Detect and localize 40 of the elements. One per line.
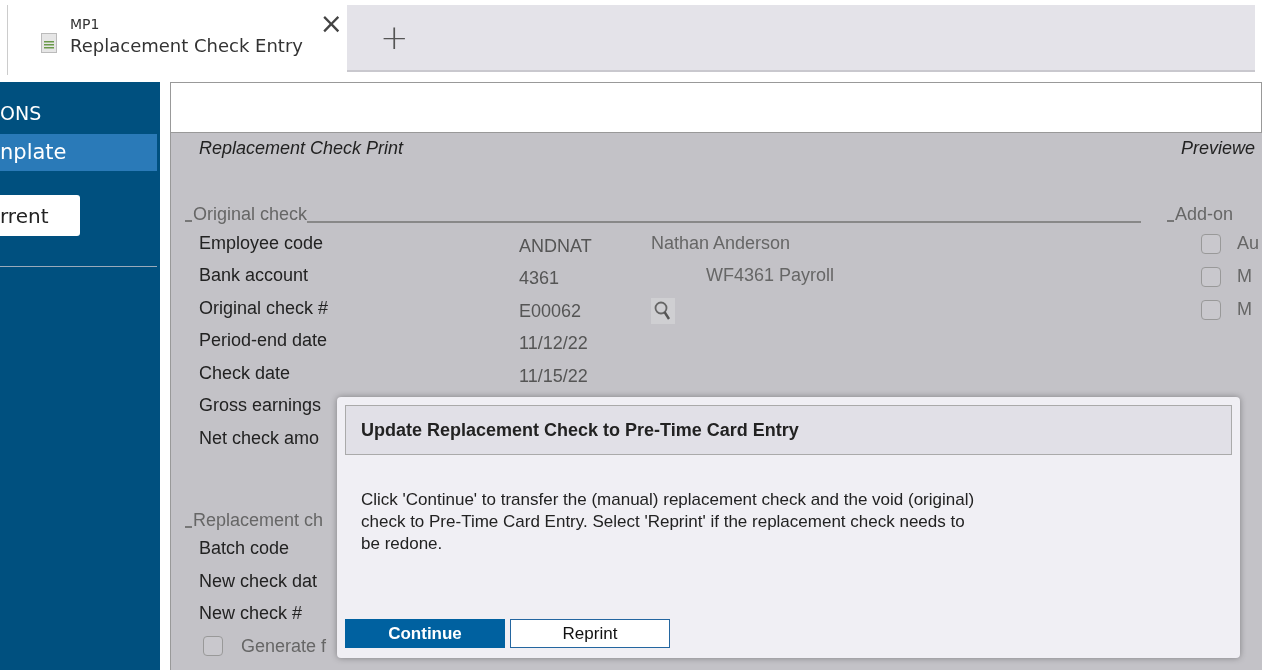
sidebar-button[interactable]: rrent bbox=[0, 195, 80, 236]
checkbox[interactable] bbox=[1201, 266, 1221, 287]
field-description: WF4361 Payroll bbox=[706, 265, 835, 287]
field-label: Batch code bbox=[199, 538, 290, 559]
checkbox[interactable] bbox=[1201, 299, 1221, 320]
checkbox-label: M bbox=[1237, 266, 1252, 287]
form-title: Previewe bbox=[1181, 137, 1257, 159]
field-label: Bank account bbox=[199, 265, 309, 286]
field-label: Employee code bbox=[199, 232, 324, 253]
field-value: 11/15/22 bbox=[519, 364, 589, 387]
checkbox-label: Generate f bbox=[241, 635, 327, 657]
field-label: New check dat bbox=[199, 570, 318, 591]
field-value: 4361 bbox=[519, 267, 561, 290]
field-label: Gross earnings bbox=[199, 395, 322, 416]
search-icon[interactable] bbox=[651, 298, 675, 325]
field-value: 11/12/22 bbox=[519, 332, 589, 355]
dialog-title: Update Replacement Check to Pre-Time Card Entry bbox=[345, 405, 1232, 455]
checkbox[interactable] bbox=[203, 636, 223, 657]
field-description: Nathan Anderson bbox=[651, 232, 791, 254]
checkbox-label: M bbox=[1237, 299, 1252, 320]
close-button[interactable]: × bbox=[319, 9, 343, 39]
checkbox[interactable] bbox=[1201, 233, 1221, 254]
field-label: Period-end date bbox=[199, 330, 328, 351]
sidebar-item[interactable]: nplate bbox=[0, 134, 157, 171]
document-icon bbox=[41, 33, 57, 53]
form-title: Replacement Check Print bbox=[199, 137, 405, 159]
checkbox-label: Au bbox=[1237, 233, 1260, 254]
sidebar-heading: ONS bbox=[0, 102, 42, 124]
field-label: Original check # bbox=[199, 297, 329, 318]
reprint-button[interactable]: Reprint bbox=[510, 619, 670, 648]
dialog-message: Click 'Continue' to transfer the (manual) replacement check and the void (original) check to Pre-Time Card Entry. Select 'Reprint' if the replacement check needs to be redone. bbox=[361, 489, 976, 555]
field-label: Net check amo bbox=[199, 427, 320, 448]
tab-title: Replacement Check Entry bbox=[70, 34, 303, 58]
field-label: New check # bbox=[199, 603, 303, 624]
continue-button[interactable]: Continue bbox=[345, 619, 505, 648]
new-tab-button[interactable]: + bbox=[380, 19, 409, 55]
field-value: ANDNAT bbox=[519, 234, 593, 257]
field-label: Check date bbox=[199, 362, 291, 383]
field-value: E00062 bbox=[519, 299, 583, 322]
tab-subtitle: MP1 bbox=[70, 15, 101, 33]
